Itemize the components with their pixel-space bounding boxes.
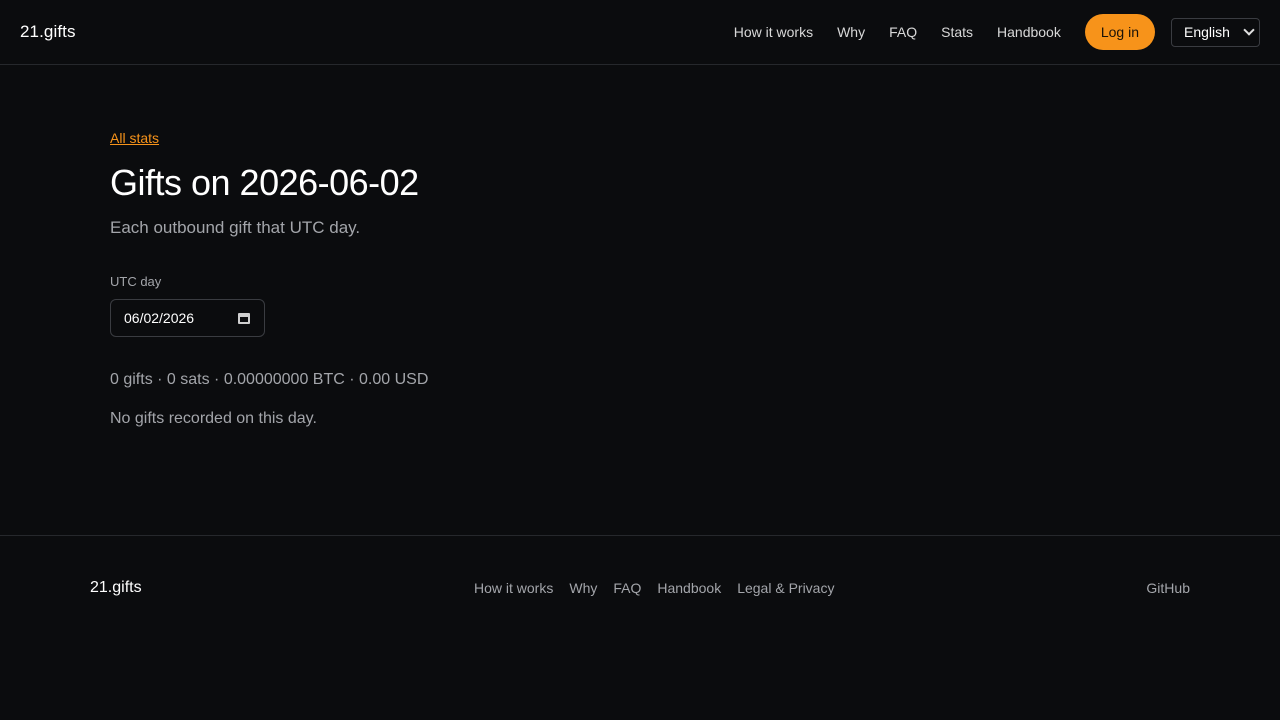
brand-logo[interactable]: 21.gifts (20, 22, 76, 42)
chevron-down-icon (1243, 24, 1255, 36)
gift-summary: 0 gifts · 0 sats · 0.00000000 BTC · 0.00… (110, 371, 429, 388)
footer-link-faq[interactable]: FAQ (613, 580, 641, 596)
footer-brand[interactable]: 21.gifts (90, 579, 142, 597)
nav-faq[interactable]: FAQ (889, 24, 917, 40)
language-select-value: English (1184, 24, 1230, 40)
nav-how-it-works[interactable]: How it works (734, 24, 813, 40)
calendar-icon[interactable] (238, 313, 250, 324)
page-subtitle: Each outbound gift that UTC day. (110, 218, 361, 237)
top-header: 21.gifts How it works Why FAQ Stats Hand… (0, 0, 1280, 65)
footer-link-why[interactable]: Why (569, 580, 597, 596)
footer-link-how-it-works[interactable]: How it works (474, 580, 553, 596)
nav-why[interactable]: Why (837, 24, 865, 40)
utc-day-value: 06/02/2026 (124, 310, 195, 326)
footer-link-legal-privacy[interactable]: Legal & Privacy (737, 580, 834, 596)
utc-day-input[interactable]: 06/02/2026 (110, 299, 265, 337)
footer-nav: How it works Why FAQ Handbook Legal & Pr… (474, 580, 834, 596)
main-nav: How it works Why FAQ Stats Handbook (734, 24, 1061, 40)
page-footer: 21.gifts How it works Why FAQ Handbook L… (0, 535, 1280, 720)
utc-day-label: UTC day (110, 274, 162, 289)
login-button[interactable]: Log in (1084, 14, 1155, 50)
footer-link-handbook[interactable]: Handbook (657, 580, 721, 596)
empty-state-message: No gifts recorded on this day. (110, 410, 317, 427)
nav-handbook[interactable]: Handbook (997, 24, 1061, 40)
nav-stats[interactable]: Stats (941, 24, 973, 40)
page-title: Gifts on 2026-06-02 (110, 162, 419, 203)
github-link[interactable]: GitHub (1146, 580, 1190, 596)
main-content: All stats Gifts on 2026-06-02 Each outbo… (110, 130, 810, 428)
all-stats-link[interactable]: All stats (110, 130, 159, 146)
language-select[interactable]: English (1171, 17, 1260, 47)
